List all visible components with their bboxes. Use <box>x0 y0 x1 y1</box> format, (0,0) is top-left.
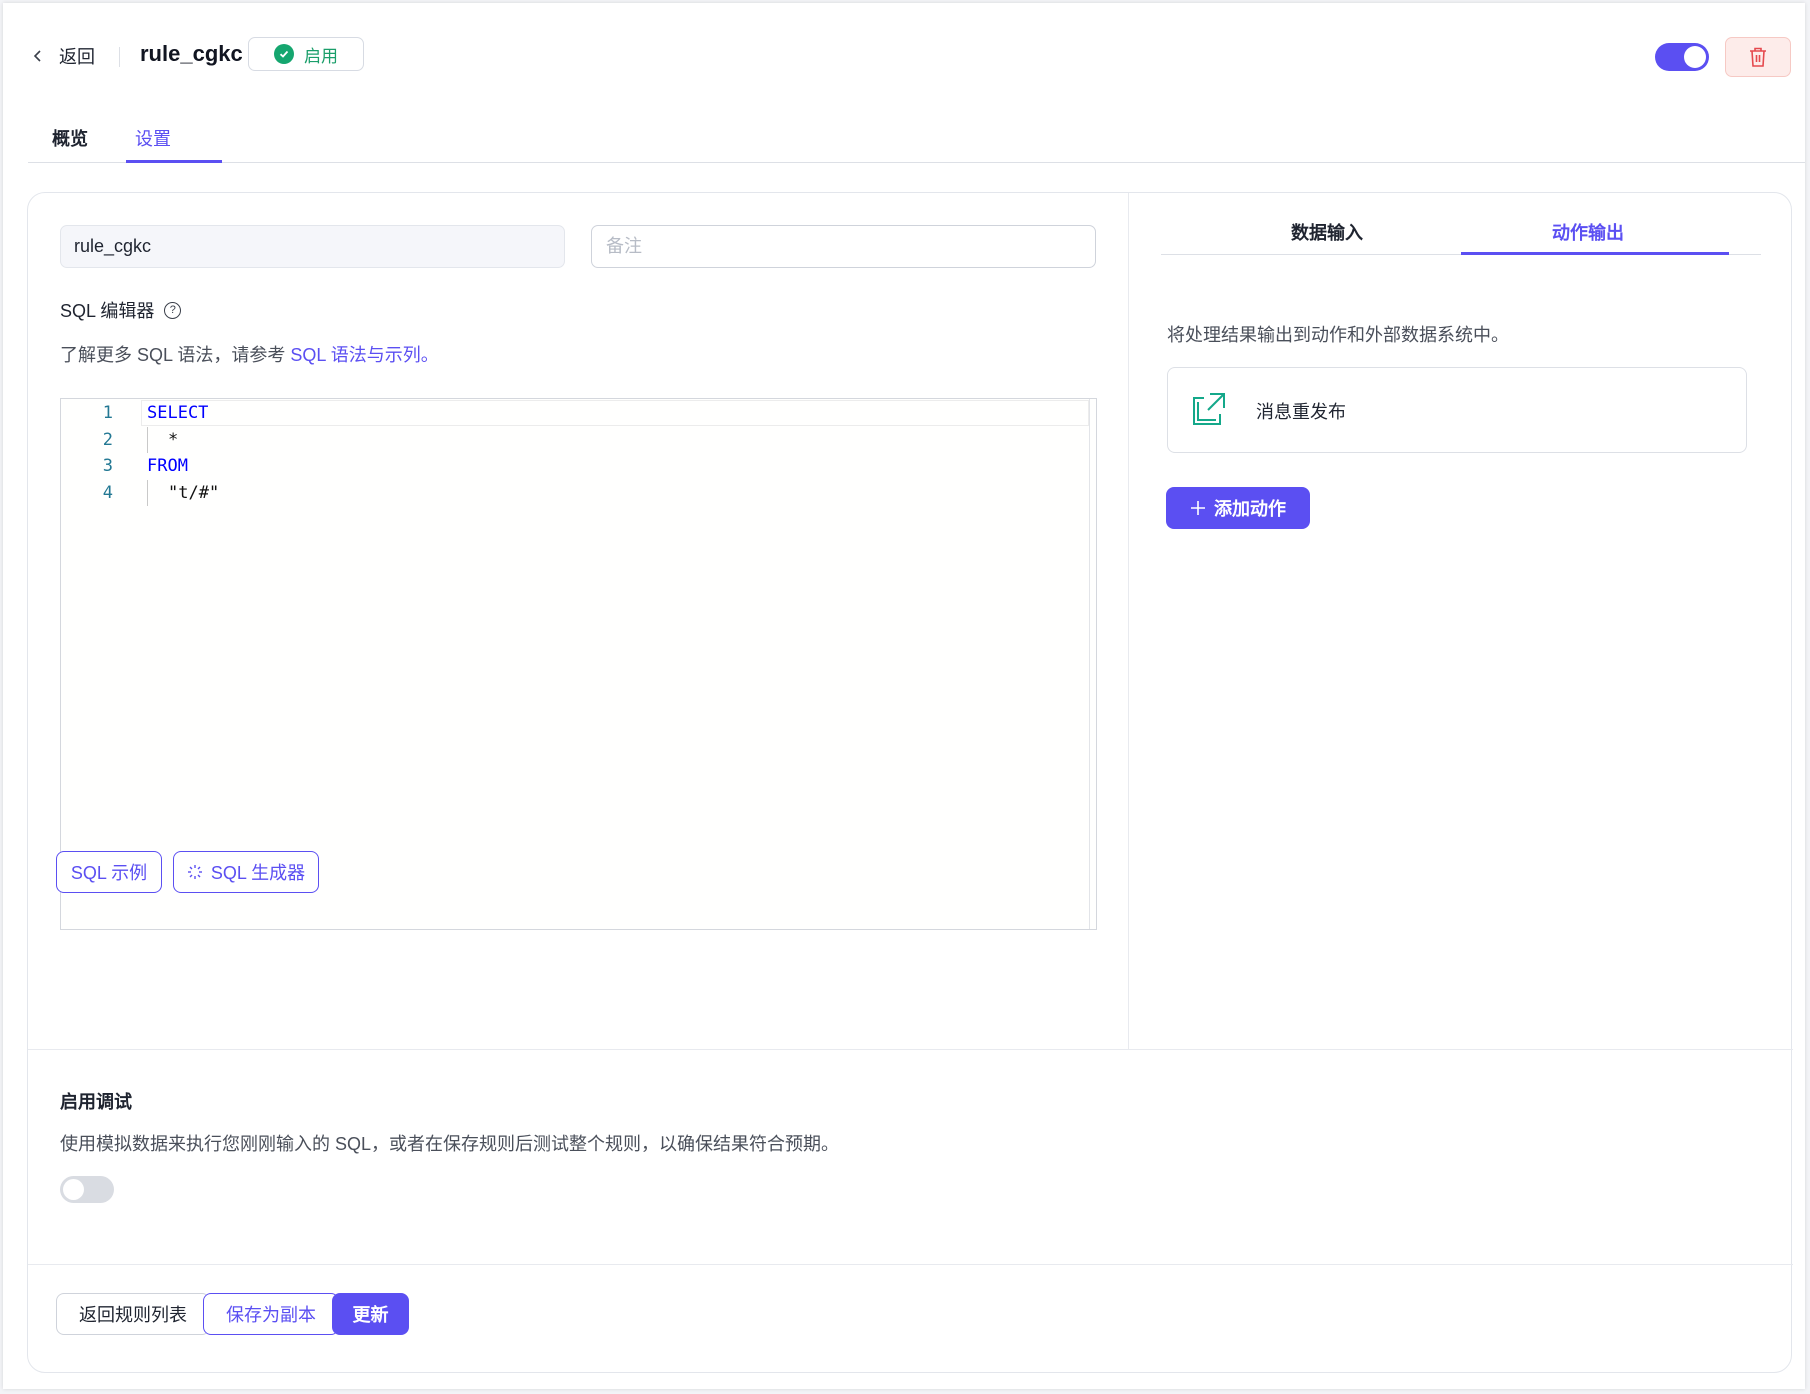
rule-name-input[interactable] <box>60 225 565 268</box>
tab-data-input[interactable]: 数据输入 <box>1291 219 1363 245</box>
update-label: 更新 <box>352 1305 389 1325</box>
status-label: 启用 <box>304 46 338 66</box>
back-button[interactable]: 返回 <box>31 43 95 69</box>
line-number: 3 <box>102 456 113 476</box>
sql-generator-button[interactable]: SQL 生成器 <box>173 851 319 893</box>
footer-actions: 返回规则列表 保存为副本 更新 <box>28 1264 1793 1374</box>
check-circle-icon <box>274 44 294 64</box>
add-action-label: 添加动作 <box>1214 499 1286 519</box>
add-action-button[interactable]: 添加动作 <box>1166 487 1310 529</box>
output-pane: 数据输入 动作输出 将处理结果输出到动作和外部数据系统中。 消息重发布 添加动作 <box>1128 193 1793 1049</box>
update-button[interactable]: 更新 <box>332 1293 409 1335</box>
plus-icon <box>1191 501 1205 515</box>
toggle-knob <box>63 1179 84 1200</box>
code-text: FROM <box>147 456 188 476</box>
page-header: 返回 rule_cgkc 启用 <box>3 3 1805 103</box>
back-to-list-button[interactable]: 返回规则列表 <box>56 1293 210 1335</box>
code-line[interactable]: 3 FROM <box>61 453 1091 479</box>
sql-editor-label: SQL 编辑器 ? <box>60 297 182 323</box>
chevron-left-icon <box>33 50 41 62</box>
debug-toggle[interactable] <box>60 1176 114 1203</box>
code-text: * <box>168 429 179 450</box>
tab-overview[interactable]: 概览 <box>52 125 88 151</box>
active-io-tab-indicator <box>1461 252 1729 255</box>
sql-pane: SQL 编辑器 ? 了解更多 SQL 语法，请参考 SQL 语法与示列。 1 SE… <box>28 193 1128 1049</box>
io-tabs: 数据输入 动作输出 <box>1161 219 1761 255</box>
app-window: 返回 rule_cgkc 启用 概览 设置 SQL 编辑器 <box>3 3 1805 1389</box>
tab-action-output[interactable]: 动作输出 <box>1552 219 1624 245</box>
save-as-copy-button[interactable]: 保存为副本 <box>203 1293 339 1335</box>
sql-generator-label: SQL 生成器 <box>210 863 306 883</box>
code-text: SELECT <box>147 403 209 423</box>
tab-settings[interactable]: 设置 <box>135 125 171 151</box>
header-divider <box>119 47 120 67</box>
debug-title: 启用调试 <box>60 1092 132 1112</box>
republish-icon <box>1193 393 1225 425</box>
sql-example-label: SQL 示例 <box>70 863 148 883</box>
trash-icon <box>1750 47 1766 67</box>
active-tab-indicator <box>126 160 222 163</box>
back-to-list-label: 返回规则列表 <box>79 1305 187 1325</box>
note-input[interactable] <box>591 225 1096 268</box>
status-badge: 启用 <box>248 37 364 71</box>
question-circle-icon[interactable]: ? <box>164 301 182 319</box>
code-text: "t/#" <box>168 482 220 503</box>
debug-section: 启用调试 使用模拟数据来执行您刚刚输入的 SQL，或者在保存规则后测试整个规则，… <box>28 1049 1793 1264</box>
indent-guide <box>147 479 148 506</box>
back-label: 返回 <box>59 47 95 67</box>
line-number: 2 <box>102 429 113 450</box>
action-label: 消息重发布 <box>1256 402 1346 422</box>
sql-hint-text: 了解更多 SQL 语法，请参考 <box>60 345 291 365</box>
settings-card: SQL 编辑器 ? 了解更多 SQL 语法，请参考 SQL 语法与示列。 1 SE… <box>27 192 1793 1374</box>
code-line[interactable]: 1 SELECT <box>61 400 1091 426</box>
page-tabs: 概览 设置 <box>28 103 1805 163</box>
debug-description: 使用模拟数据来执行您刚刚输入的 SQL，或者在保存规则后测试整个规则，以确保结果… <box>60 1134 840 1154</box>
page-title: rule_cgkc <box>140 41 243 66</box>
sparkle-icon <box>187 865 202 879</box>
save-as-copy-label: 保存为副本 <box>226 1305 316 1325</box>
line-number: 4 <box>102 482 113 503</box>
delete-button[interactable] <box>1725 37 1791 77</box>
sql-example-button[interactable]: SQL 示例 <box>56 851 162 893</box>
code-line[interactable]: 4 "t/#" <box>61 479 1091 506</box>
indent-guide <box>147 426 148 453</box>
line-number: 1 <box>102 403 113 423</box>
rule-enable-toggle[interactable] <box>1655 43 1709 71</box>
code-line[interactable]: 2 * <box>61 426 1091 453</box>
sql-syntax-link[interactable]: SQL 语法与示列。 <box>290 345 438 365</box>
sql-hint: 了解更多 SQL 语法，请参考 SQL 语法与示列。 <box>60 341 439 367</box>
action-item[interactable]: 消息重发布 <box>1167 367 1747 453</box>
output-description: 将处理结果输出到动作和外部数据系统中。 <box>1167 325 1509 345</box>
toggle-knob <box>1684 46 1706 68</box>
sql-editor-label-text: SQL 编辑器 <box>60 301 155 321</box>
